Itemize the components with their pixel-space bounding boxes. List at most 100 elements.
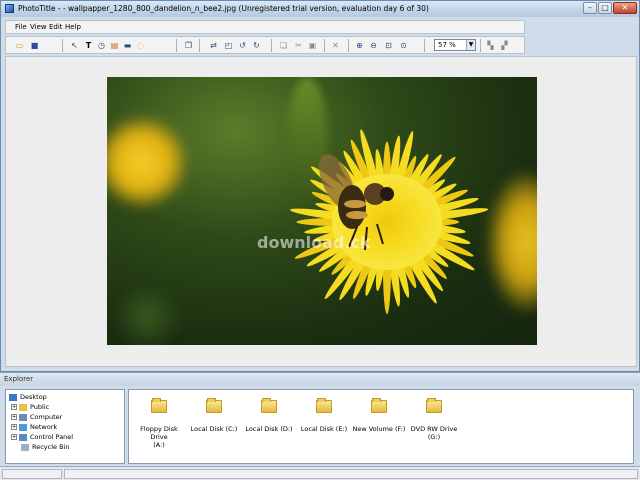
bee-stripe: [346, 211, 368, 219]
app-icon: [5, 4, 14, 13]
select-icon[interactable]: ↖: [69, 40, 80, 51]
layer-up-icon[interactable]: ▚: [485, 40, 496, 51]
expand-icon[interactable]: +: [11, 434, 17, 440]
frame-icon[interactable]: ▬: [122, 40, 133, 51]
drive-g[interactable]: DVD RW Drive (G:): [406, 398, 462, 441]
drive-e[interactable]: Local Disk (E:): [296, 398, 352, 433]
zoom-in-icon[interactable]: ⊕: [354, 40, 365, 51]
network-icon: [19, 423, 27, 431]
blurred-flower-left: [107, 117, 187, 207]
toolbar-separator: [324, 39, 325, 52]
expand-icon[interactable]: +: [11, 424, 17, 430]
bee-stripe: [344, 200, 366, 208]
layer-down-icon[interactable]: ▞: [499, 40, 510, 51]
drive-d[interactable]: Local Disk (D:): [241, 398, 297, 433]
folder-icon: [206, 398, 222, 413]
rotate-left-icon[interactable]: ↺: [237, 40, 248, 51]
tree-item-computer[interactable]: + Computer: [11, 413, 62, 421]
folder-icon: [316, 398, 332, 413]
explorer-header: Explorer: [0, 372, 640, 386]
tree-item-label: Recycle Bin: [32, 443, 70, 451]
minimize-button[interactable]: –: [583, 2, 597, 14]
tree-item-desktop[interactable]: Desktop: [9, 393, 47, 401]
toolbar-separator: [480, 39, 481, 52]
rotate-right-icon[interactable]: ↻: [251, 40, 262, 51]
folder-icon: [371, 398, 387, 413]
zoom-select[interactable]: 57 % ▼: [434, 39, 476, 51]
zoom-out-icon[interactable]: ⊖: [368, 40, 379, 51]
close-button[interactable]: ✕: [613, 2, 637, 14]
gradient-icon[interactable]: ▤: [109, 40, 120, 51]
clock-icon[interactable]: ◷: [96, 40, 107, 51]
window-title: PhotoTitle - - wallpapper_1280_800_dande…: [18, 4, 429, 13]
zoom-actual-icon[interactable]: ⊙: [398, 40, 409, 51]
text-icon[interactable]: T: [83, 40, 94, 51]
toolbar: ▭ ■ ↖ T ◷ ▤ ▬ ◌ ❐ ⇄ ◰ ↺ ↻ ❏ ✂ ▣ ✕ ⊕ ⊖ ⊡ …: [5, 36, 525, 54]
tree-item-label: Control Panel: [30, 433, 74, 441]
toolbar-separator: [199, 39, 200, 52]
drive-label-sub: (G:): [427, 433, 441, 441]
tree-item-network[interactable]: + Network: [11, 423, 57, 431]
control-panel-icon: [19, 433, 27, 441]
tree-item-control-panel[interactable]: + Control Panel: [11, 433, 73, 441]
tree-item-recycle-bin[interactable]: Recycle Bin: [21, 443, 69, 451]
cut-copy-icon[interactable]: ❏: [278, 40, 289, 51]
drive-label: Local Disk (E:): [300, 425, 348, 433]
toolbar-separator: [348, 39, 349, 52]
bee-head: [380, 187, 394, 201]
tree-item-public[interactable]: + Public: [11, 403, 49, 411]
menu-edit[interactable]: Edit: [49, 23, 63, 31]
drive-floppy[interactable]: Floppy Disk Drive (A:): [131, 398, 187, 449]
desktop-icon: [9, 393, 17, 401]
chevron-down-icon[interactable]: ▼: [466, 40, 475, 50]
menu-file[interactable]: File: [15, 23, 27, 31]
folder-icon: [261, 398, 277, 413]
scissors-icon[interactable]: ✂: [293, 40, 304, 51]
toolbar-separator: [176, 39, 177, 52]
menu-view[interactable]: View: [30, 23, 47, 31]
file-list[interactable]: Floppy Disk Drive (A:) Local Disk (C:) Lo…: [128, 389, 634, 464]
canvas-area[interactable]: download.ck: [5, 56, 637, 367]
explorer-label: Explorer: [4, 375, 34, 383]
title-bar[interactable]: PhotoTitle - - wallpapper_1280_800_dande…: [1, 1, 639, 17]
expand-icon[interactable]: +: [11, 414, 17, 420]
menu-bar: File View Edit Help: [5, 20, 525, 34]
drive-label-sub: (A:): [153, 441, 165, 449]
tree-item-label: Desktop: [20, 393, 47, 401]
balloon-icon[interactable]: ◌: [135, 40, 146, 51]
photo-canvas[interactable]: download.ck: [107, 77, 537, 345]
drive-c[interactable]: Local Disk (C:): [186, 398, 242, 433]
copy-layer-icon[interactable]: ❐: [183, 40, 194, 51]
explorer-panel: Desktop + Public + Computer + Network + …: [0, 386, 640, 466]
folder-icon: [426, 398, 442, 413]
menu-help[interactable]: Help: [65, 23, 81, 31]
delete-icon[interactable]: ✕: [330, 40, 341, 51]
open-icon[interactable]: ▭: [14, 40, 25, 51]
drive-label: Local Disk (C:): [190, 425, 238, 433]
watermark-text: download.ck: [257, 233, 371, 252]
drive-label: Local Disk (D:): [245, 425, 293, 433]
toolbar-separator: [271, 39, 272, 52]
expand-icon[interactable]: +: [11, 404, 17, 410]
folder-tree[interactable]: Desktop + Public + Computer + Network + …: [5, 389, 125, 464]
drive-label: Floppy Disk Drive: [140, 425, 178, 441]
drive-f[interactable]: New Volume (F:): [351, 398, 407, 433]
save-icon[interactable]: ■: [29, 40, 40, 51]
paste-icon[interactable]: ▣: [307, 40, 318, 51]
status-bar: [0, 466, 640, 480]
dandelion-flower: [289, 129, 489, 315]
app-window: PhotoTitle - - wallpapper_1280_800_dande…: [0, 0, 640, 372]
tree-item-label: Public: [30, 403, 50, 411]
user-folder-icon: [19, 403, 27, 411]
fit-icon[interactable]: ⊡: [383, 40, 394, 51]
recycle-bin-icon: [21, 443, 29, 451]
blurred-leaf: [107, 287, 187, 345]
line-icon[interactable]: ⇄: [208, 40, 219, 51]
status-pane: [64, 469, 638, 479]
maximize-button[interactable]: □: [598, 2, 612, 14]
zoom-value: 57 %: [438, 41, 456, 49]
tree-item-label: Computer: [30, 413, 63, 421]
status-pane: [2, 469, 62, 479]
drive-label: DVD RW Drive: [410, 425, 458, 433]
resize-icon[interactable]: ◰: [223, 40, 234, 51]
